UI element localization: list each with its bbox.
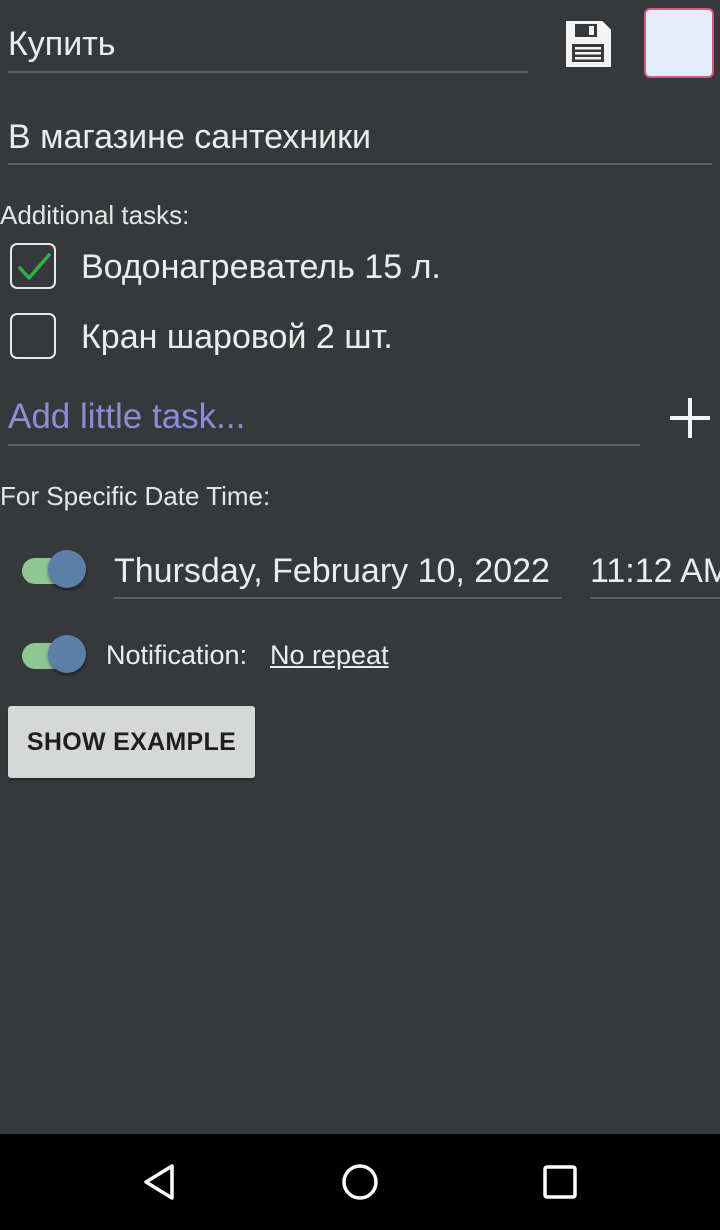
toggle-thumb [48, 550, 86, 588]
title-input[interactable]: Купить [8, 18, 528, 73]
recents-square-icon[interactable] [536, 1158, 584, 1206]
subtitle-input[interactable]: В магазине сантехники [8, 110, 712, 165]
task-item[interactable]: Кран шаровой 2 шт. [10, 312, 610, 364]
show-example-button[interactable]: SHOW EXAMPLE [8, 706, 255, 778]
task-label: Водонагреватель 15 л. [81, 248, 441, 286]
add-task-input[interactable]: Add little task... [8, 392, 640, 446]
task-checkbox[interactable] [10, 313, 56, 359]
time-picker-field[interactable]: 11:12 AM [590, 545, 720, 599]
toggle-thumb [48, 635, 86, 673]
repeat-selector-link[interactable]: No repeat [270, 640, 389, 671]
check-icon [18, 253, 51, 280]
notification-label: Notification: [106, 640, 248, 670]
notification-toggle[interactable] [22, 633, 90, 677]
task-item[interactable]: Водонагреватель 15 л. [10, 242, 610, 294]
date-time-toggle[interactable] [22, 548, 90, 592]
system-navigation-bar [0, 1134, 720, 1230]
specific-date-time-label: For Specific Date Time: [0, 481, 271, 511]
home-circle-icon[interactable] [336, 1158, 384, 1206]
plus-icon[interactable] [666, 394, 714, 442]
save-icon[interactable] [562, 18, 614, 70]
task-label: Кран шаровой 2 шт. [81, 318, 393, 356]
color-picker-swatch[interactable] [644, 8, 714, 78]
date-picker-field[interactable]: Thursday, February 10, 2022 [114, 545, 562, 599]
task-checkbox[interactable] [10, 243, 56, 289]
back-triangle-icon[interactable] [136, 1158, 184, 1206]
additional-tasks-label: Additional tasks: [0, 200, 190, 230]
